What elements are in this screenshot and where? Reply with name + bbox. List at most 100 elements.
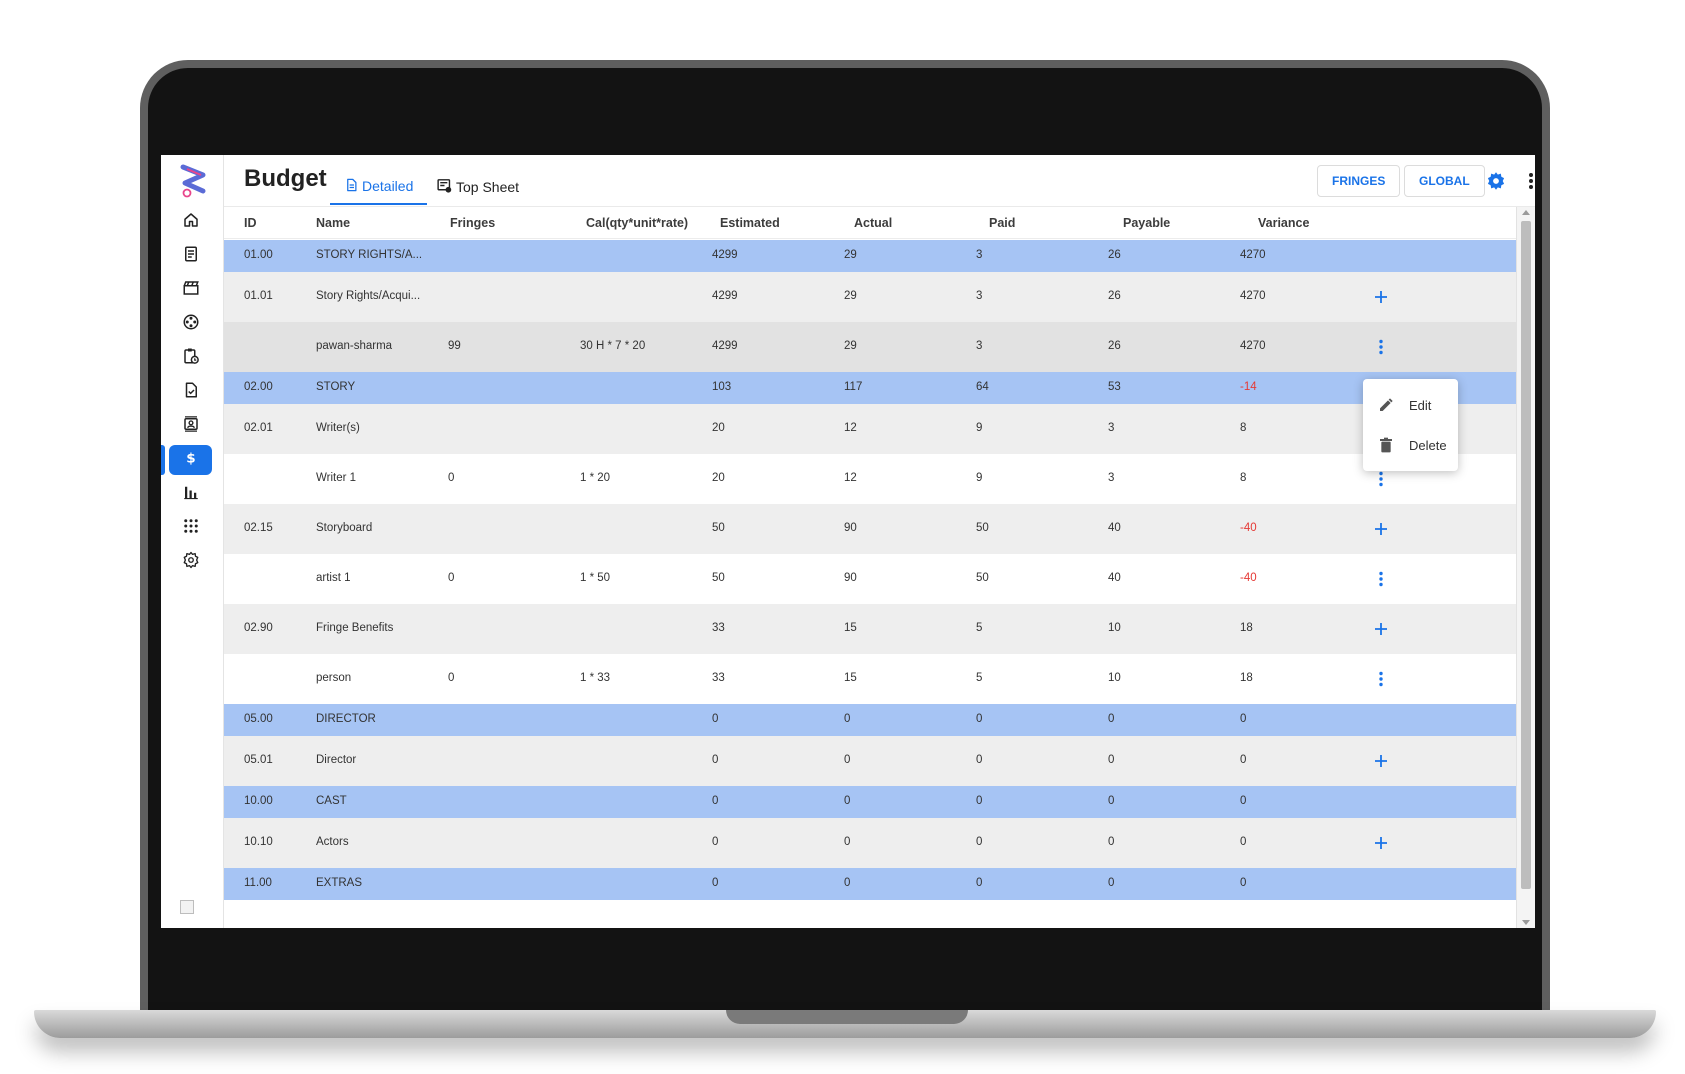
fringes-button[interactable]: FRINGES — [1317, 165, 1401, 197]
sidebar-item-schedule[interactable] — [169, 343, 212, 373]
cell-name: CAST — [316, 795, 347, 807]
menu-item-delete[interactable]: Delete — [1363, 425, 1458, 465]
cell-estimated: 0 — [712, 836, 719, 848]
cell-paid: 9 — [976, 472, 983, 484]
column-header-payable[interactable]: Payable — [1123, 216, 1170, 230]
cell-paid: 5 — [976, 672, 983, 684]
column-header-variance[interactable]: Variance — [1258, 216, 1309, 230]
cell-estimated: 0 — [712, 713, 719, 725]
cell-id: 05.00 — [244, 713, 273, 725]
cell-estimated: 0 — [712, 795, 719, 807]
sidebar-item-analytics[interactable] — [169, 479, 212, 509]
more-vert-icon[interactable] — [1372, 338, 1390, 356]
clipboard-clock-icon — [182, 347, 200, 370]
cell-cal: 1 * 50 — [580, 572, 611, 584]
table-row-child[interactable]: artist 1 0 1 * 50 50 90 50 40 -40 — [224, 554, 1516, 604]
add-icon[interactable] — [1372, 834, 1390, 852]
contacts-icon — [182, 415, 200, 438]
cell-payable: 10 — [1108, 622, 1121, 634]
menu-item-edit[interactable]: Edit — [1363, 385, 1458, 425]
app-screen: $ Budget Detailed Top Sheet FRINGES GLOB… — [161, 155, 1535, 928]
column-header-actual[interactable]: Actual — [854, 216, 892, 230]
table-row-group[interactable]: 01.00 STORY RIGHTS/A... 4299 29 3 26 4270 — [224, 240, 1516, 272]
cell-fringes: 0 — [448, 572, 455, 584]
cell-name: Storyboard — [316, 522, 373, 534]
table-row-item[interactable]: 02.90 Fringe Benefits 33 15 5 10 18 — [224, 604, 1516, 654]
sidebar-item-contacts[interactable] — [169, 411, 212, 441]
scroll-thumb[interactable] — [1521, 221, 1531, 889]
sidebar-item-budget[interactable]: $ — [169, 445, 212, 475]
sidebar-item-film[interactable] — [169, 309, 212, 339]
more-vert-icon[interactable] — [1372, 670, 1390, 688]
table-row-child[interactable]: person 0 1 * 33 33 15 5 10 18 — [224, 654, 1516, 704]
table-row-item[interactable]: 05.01 Director 0 0 0 0 0 — [224, 736, 1516, 786]
add-icon[interactable] — [1372, 288, 1390, 306]
global-button[interactable]: GLOBAL — [1404, 165, 1485, 197]
cell-estimated: 4299 — [712, 249, 738, 261]
cell-payable: 0 — [1108, 836, 1115, 848]
add-icon[interactable] — [1372, 620, 1390, 638]
add-icon[interactable] — [1372, 752, 1390, 770]
cell-paid: 0 — [976, 795, 983, 807]
add-icon[interactable] — [1372, 520, 1390, 538]
sidebar-item-home[interactable] — [169, 207, 212, 237]
column-header-calc[interactable]: Cal(qty*unit*rate) — [586, 216, 688, 230]
menu-item-delete-label: Delete — [1409, 437, 1447, 453]
table-row-group[interactable]: 10.00 CAST 0 0 0 0 0 — [224, 786, 1516, 818]
more-vert-icon[interactable] — [1519, 169, 1535, 193]
cell-variance: 4270 — [1240, 290, 1266, 302]
table-row-item[interactable]: 01.01 Story Rights/Acqui... 4299 29 3 26 4270 — [224, 272, 1516, 322]
column-header-id[interactable]: ID — [244, 216, 257, 230]
cell-cal: 1 * 33 — [580, 672, 611, 684]
app-logo[interactable] — [179, 163, 207, 199]
gear-icon[interactable] — [1484, 169, 1508, 193]
sidebar-item-script[interactable] — [169, 241, 212, 271]
column-header-estimated[interactable]: Estimated — [720, 216, 780, 230]
column-header-fringes[interactable]: Fringes — [450, 216, 495, 230]
cell-estimated: 103 — [712, 381, 732, 393]
tab-top-sheet-label: Top Sheet — [456, 179, 520, 195]
cell-actual: 0 — [844, 754, 851, 766]
table-row-item[interactable]: 02.01 Writer(s) 20 12 9 3 8 — [224, 404, 1516, 454]
cell-variance: -40 — [1240, 522, 1257, 534]
cell-payable: 40 — [1108, 522, 1121, 534]
cell-fringes: 0 — [448, 672, 455, 684]
table-row-child[interactable]: pawan-sharma 99 30 H * 7 * 20 4299 29 3 26 4270 — [224, 322, 1516, 372]
table-row-item[interactable]: 10.10 Actors 0 0 0 0 0 — [224, 818, 1516, 868]
table-row-group[interactable]: 11.00 EXTRAS 0 0 0 0 0 — [224, 868, 1516, 900]
script-icon — [182, 245, 200, 268]
cell-actual: 15 — [844, 622, 857, 634]
cell-estimated: 33 — [712, 672, 725, 684]
cell-estimated: 4299 — [712, 340, 738, 352]
tab-detailed[interactable]: Detailed — [330, 169, 428, 205]
settings-icon — [182, 551, 200, 574]
table-row-child[interactable]: Writer 1 0 1 * 20 20 12 9 3 8 — [224, 454, 1516, 504]
bar-chart-icon — [182, 483, 200, 506]
clapperboard-icon — [182, 279, 200, 302]
scroll-up-icon[interactable] — [1522, 210, 1530, 215]
cell-payable: 0 — [1108, 877, 1115, 889]
table-row-group[interactable]: 02.00 STORY 103 117 64 53 -14 — [224, 372, 1516, 404]
sidebar-item-scenes[interactable] — [169, 275, 212, 305]
cell-id: 02.90 — [244, 622, 273, 634]
column-header-name[interactable]: Name — [316, 216, 350, 230]
user-avatar-image[interactable] — [180, 900, 194, 914]
cell-paid: 3 — [976, 340, 983, 352]
sidebar-item-settings[interactable] — [169, 547, 212, 577]
scroll-down-icon[interactable] — [1522, 920, 1530, 925]
cell-name: Writer(s) — [316, 422, 360, 434]
pencil-icon — [1377, 396, 1395, 414]
more-vert-icon[interactable] — [1372, 470, 1390, 488]
cell-variance: 18 — [1240, 622, 1253, 634]
more-vert-icon[interactable] — [1372, 570, 1390, 588]
tab-top-sheet[interactable]: Top Sheet — [422, 169, 533, 205]
table-row-item[interactable]: 02.15 Storyboard 50 90 50 40 -40 — [224, 504, 1516, 554]
sidebar-item-reports[interactable] — [169, 377, 212, 407]
vertical-scrollbar[interactable] — [1516, 207, 1535, 928]
column-header-paid[interactable]: Paid — [989, 216, 1015, 230]
cell-payable: 53 — [1108, 381, 1121, 393]
table-row-group[interactable]: 05.00 DIRECTOR 0 0 0 0 0 — [224, 704, 1516, 736]
cell-paid: 50 — [976, 522, 989, 534]
cell-actual: 29 — [844, 290, 857, 302]
sidebar-item-apps[interactable] — [169, 513, 212, 543]
